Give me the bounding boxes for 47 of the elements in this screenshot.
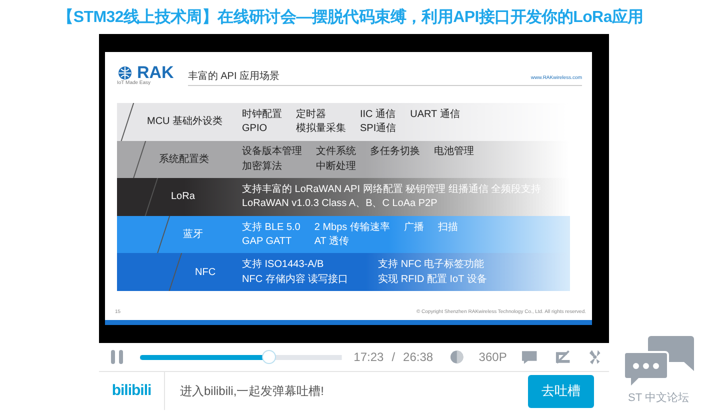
globe-icon [117, 66, 133, 80]
danmaku-toggle-icon[interactable] [554, 349, 572, 365]
feature-item: 支持 BLE 5.0 [242, 222, 300, 234]
feature-item: SPI通信 [360, 123, 396, 135]
feature-item: 设备版本管理 [242, 146, 302, 158]
feature-item: AT 透传 [314, 236, 350, 248]
category-label: 系统配置类 [158, 152, 210, 167]
brand-logo: RAK [137, 64, 174, 81]
category-label: NFC [194, 266, 217, 280]
feature-item: 时钟配置 [242, 108, 282, 120]
feature-item: 电池管理 [434, 146, 474, 158]
feature-item: 实现 RFID 配置 IoT 设备 [378, 274, 487, 286]
feature-item: 定时器 [296, 108, 327, 120]
feature-item: 2 Mbps 传输速率 [314, 222, 390, 234]
bilibili-logo[interactable]: bilibili [99, 372, 165, 410]
pause-icon[interactable] [111, 348, 124, 365]
feature-item: NFC 存储内容 读写接口 [242, 274, 348, 286]
feature-item: 广播 [404, 222, 424, 234]
volume-icon[interactable] [449, 349, 465, 365]
feature-item: 多任务切换 [370, 146, 420, 158]
slide-heading: 丰富的 API 应用场景 [188, 69, 531, 86]
category-label: LoRa [170, 190, 196, 204]
feature-item: GPIO [242, 123, 268, 135]
category-label: 蓝牙 [182, 228, 204, 242]
comment-input[interactable]: 进入bilibili,一起发弹幕吐槽! [165, 373, 528, 409]
feature-line: LoRaWAN v1.0.3 Class A、B、C LoAa P2P [242, 198, 438, 210]
feature-item: UART 通信 [410, 108, 460, 120]
feature-item: 加密算法 [242, 160, 283, 172]
comment-icon[interactable] [520, 349, 538, 365]
feature-item: IIC 通信 [360, 108, 396, 120]
feature-item: 支持 NFC 电子标签功能 [378, 259, 486, 271]
category-label: MCU 基础外设类 [146, 114, 224, 130]
feature-item: GAP GATT [242, 236, 293, 248]
current-time: 17:23 [354, 349, 384, 366]
settings-icon[interactable] [587, 349, 603, 365]
feature-item: 支持 ISO1443-A/B [242, 259, 325, 271]
video-title: 【STM32线上技术周】在线研讨会—摆脱代码束缚，利用API接口开发你的LoRa应用 [56, 7, 644, 28]
feature-item: 文件系统 [316, 146, 356, 158]
quality-selector[interactable]: 360P [478, 348, 507, 366]
send-button[interactable]: 去吐槽 [528, 374, 594, 408]
feature-item: 扫描 [438, 222, 458, 234]
feature-item: 模拟量采集 [296, 123, 346, 135]
time-separator: / [392, 349, 396, 366]
forum-label: ST 中文论坛 [628, 390, 689, 406]
duration: 26:38 [403, 349, 434, 366]
progress-handle[interactable] [262, 350, 276, 364]
feature-item: 中断处理 [316, 160, 356, 172]
